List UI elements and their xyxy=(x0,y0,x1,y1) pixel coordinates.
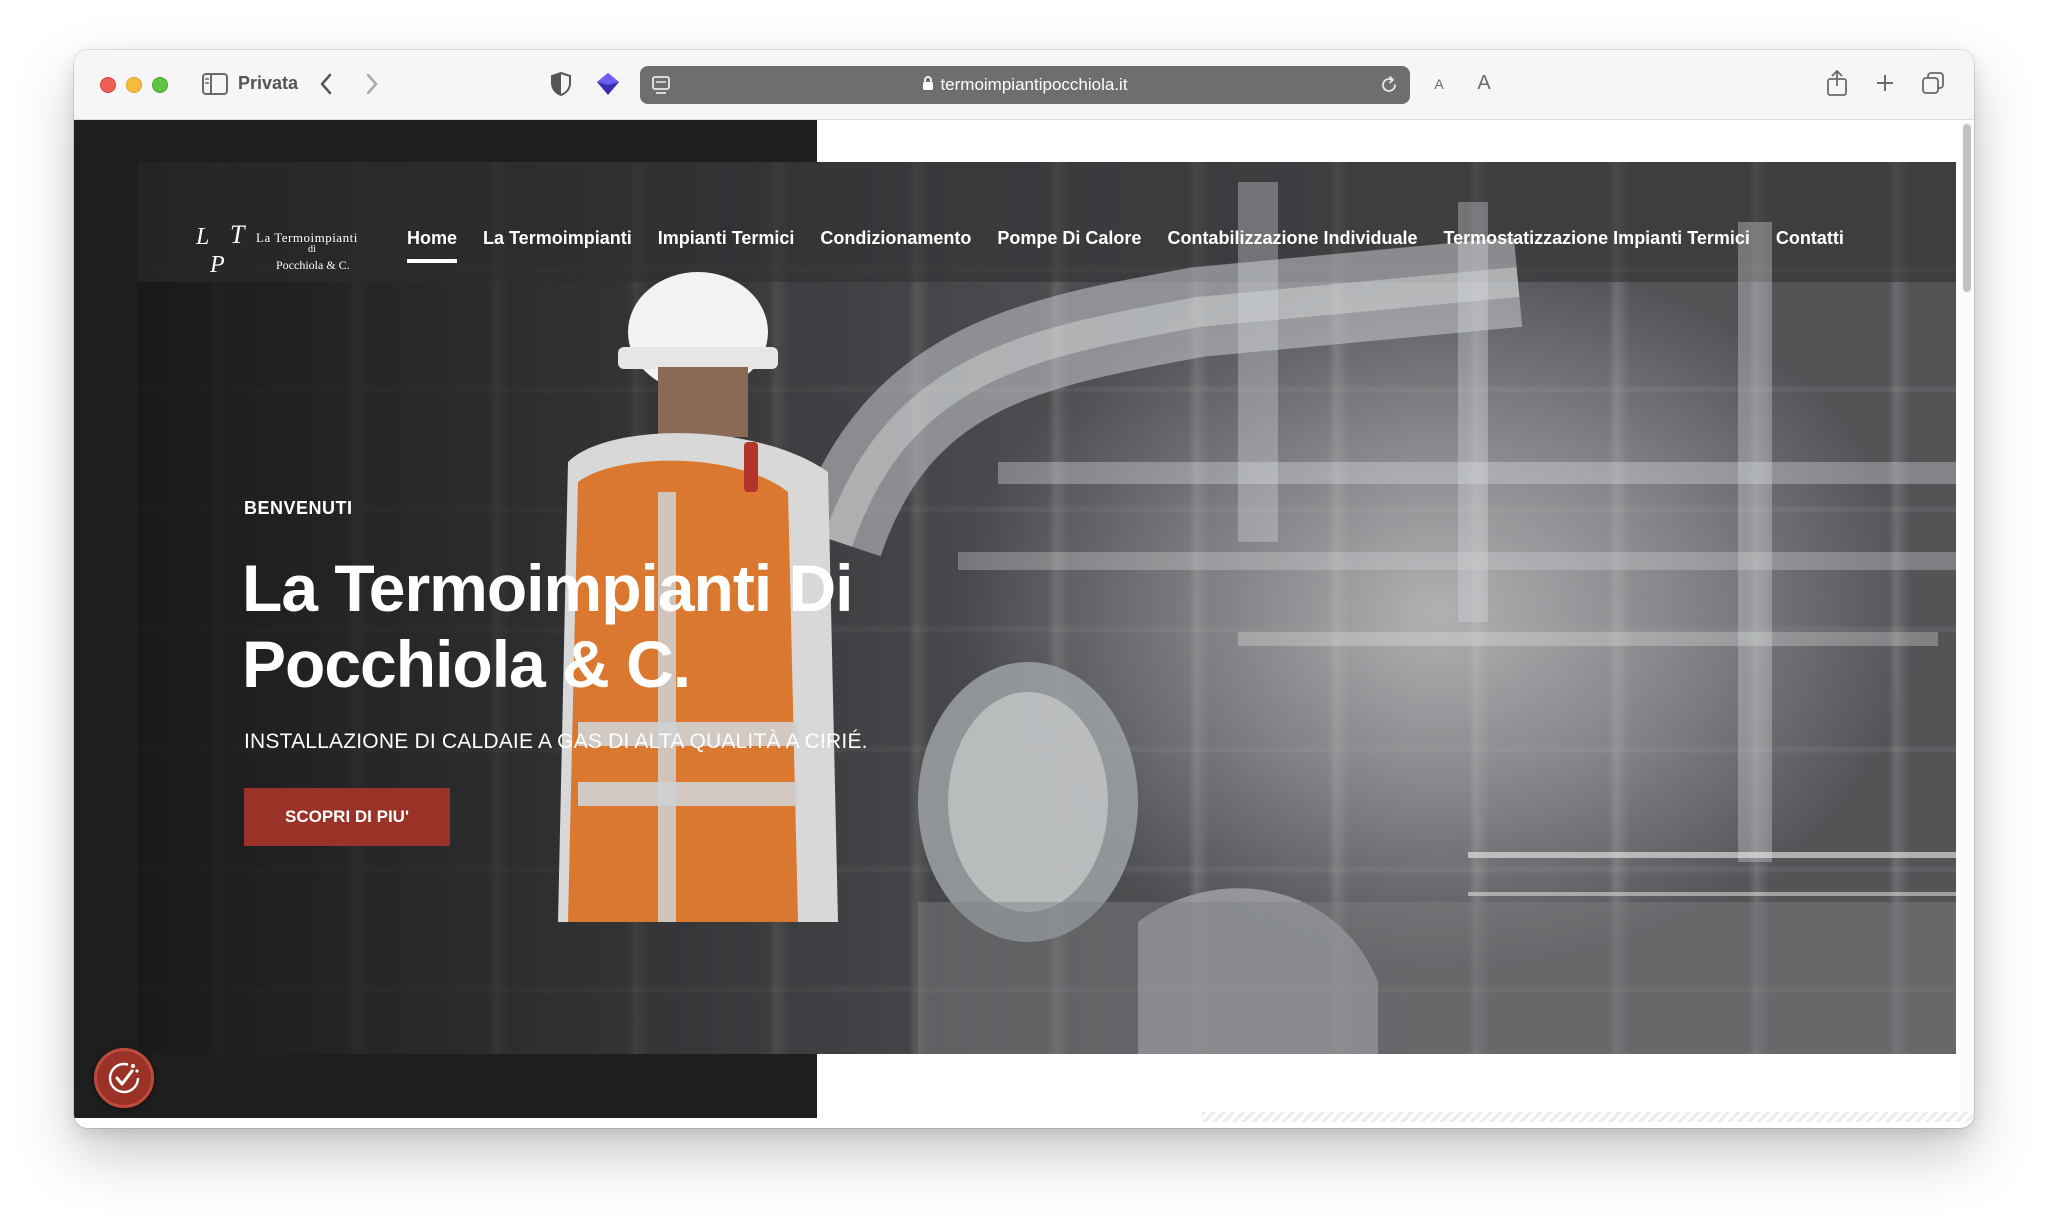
close-window-button[interactable] xyxy=(100,77,116,93)
reload-icon[interactable] xyxy=(1378,74,1400,96)
nav-item-impianti-termici[interactable]: Impianti Termici xyxy=(658,228,795,263)
web-viewport: L T P La Termoimpianti di Pocchiola & C.… xyxy=(74,120,1974,1128)
nav-item-condizionamento[interactable]: Condizionamento xyxy=(820,228,971,263)
nav-menu: Home La Termoimpianti Impianti Termici C… xyxy=(407,228,1870,263)
site-logo[interactable]: L T P La Termoimpianti di Pocchiola & C. xyxy=(196,218,376,278)
logo-line-2: di xyxy=(308,244,316,255)
hero-subtitle: INSTALLAZIONE DI CALDAIE A GAS DI ALTA Q… xyxy=(244,730,868,753)
lock-icon xyxy=(922,76,934,96)
logo-letter-p: P xyxy=(210,252,225,278)
page-scrollbar[interactable] xyxy=(1960,120,1974,1118)
logo-letter-l: L xyxy=(196,224,210,250)
browser-window: Privata termoimpiantipocchiola.it A A L … xyxy=(74,50,1974,1128)
minimize-window-button[interactable] xyxy=(126,77,142,93)
logo-line-3: Pocchiola & C. xyxy=(276,258,350,272)
browser-toolbar: Privata termoimpiantipocchiola.it A A xyxy=(74,50,1974,120)
hero-eyebrow: BENVENUTI xyxy=(244,498,353,518)
share-icon[interactable] xyxy=(1824,68,1850,98)
back-icon[interactable] xyxy=(314,70,338,98)
text-larger-icon[interactable]: A xyxy=(1472,69,1496,97)
forward-icon[interactable] xyxy=(360,70,384,98)
hero-title-line-1: La Termoimpianti Di xyxy=(242,551,854,625)
text-smaller-icon[interactable]: A xyxy=(1428,72,1450,96)
extension-icon[interactable] xyxy=(594,70,622,98)
cookie-consent-icon[interactable] xyxy=(94,1048,154,1108)
discover-more-button[interactable]: SCOPRI DI PIU' xyxy=(244,788,450,846)
site-navbar: L T P La Termoimpianti di Pocchiola & C.… xyxy=(138,216,1956,278)
private-mode-label: Privata xyxy=(238,73,299,93)
url-display[interactable]: termoimpiantipocchiola.it xyxy=(640,75,1410,96)
nav-item-contabilizzazione[interactable]: Contabilizzazione Individuale xyxy=(1167,228,1417,263)
nav-item-la-termoimpianti[interactable]: La Termoimpianti xyxy=(483,228,632,263)
sidebar-icon[interactable] xyxy=(202,72,228,96)
nav-item-pompe-di-calore[interactable]: Pompe Di Calore xyxy=(997,228,1141,263)
address-bar[interactable]: termoimpiantipocchiola.it xyxy=(640,66,1410,104)
url-text: termoimpiantipocchiola.it xyxy=(940,75,1128,94)
shield-icon[interactable] xyxy=(548,70,574,98)
nav-item-home[interactable]: Home xyxy=(407,228,458,263)
logo-letter-t: T xyxy=(230,220,245,249)
zoom-window-button[interactable] xyxy=(152,77,168,93)
hero-title: La Termoimpianti Di Pocchiola & C. xyxy=(242,550,922,702)
logo-line-1: La Termoimpianti xyxy=(256,230,358,245)
hero-banner: L T P La Termoimpianti di Pocchiola & C.… xyxy=(138,162,1956,1054)
nav-item-termostatizzazione[interactable]: Termostatizzazione Impianti Termici xyxy=(1443,228,1749,263)
loading-placeholder xyxy=(1202,1112,1974,1122)
scrollbar-thumb[interactable] xyxy=(1963,124,1971,292)
new-tab-icon[interactable] xyxy=(1872,70,1898,96)
hero-title-line-2: Pocchiola & C. xyxy=(242,627,691,701)
tabs-icon[interactable] xyxy=(1920,70,1946,96)
nav-item-contatti[interactable]: Contatti xyxy=(1776,228,1844,263)
